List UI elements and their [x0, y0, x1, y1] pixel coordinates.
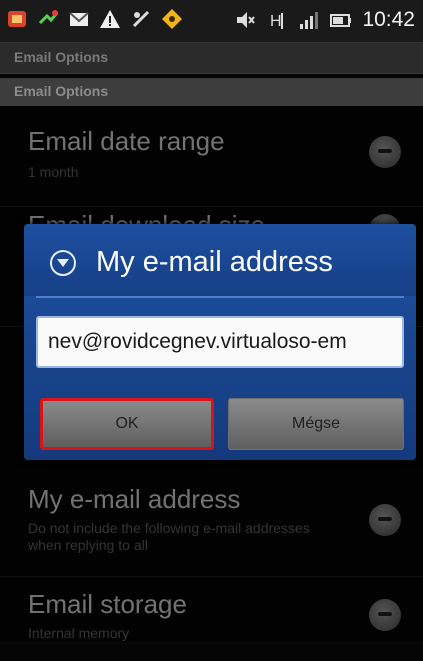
- battery-icon: [330, 9, 352, 31]
- dialog-divider: [36, 296, 404, 298]
- diamond-icon: [161, 8, 183, 30]
- missed-call-icon: [37, 8, 59, 30]
- app-titlebar: Email Options: [0, 43, 423, 74]
- dropdown-circle-icon: [50, 250, 76, 276]
- cancel-button[interactable]: Mégse: [228, 398, 404, 450]
- signal-icon: [298, 9, 320, 31]
- section-header: Email Options: [0, 78, 423, 106]
- clock: 10:42: [362, 8, 415, 31]
- email-address-dialog: My e-mail address nev@rovidcegnev.virtua…: [24, 224, 416, 460]
- dialog-title: My e-mail address: [96, 246, 333, 278]
- app-icon: [6, 8, 28, 30]
- warning-icon: [99, 8, 121, 30]
- section-title: Email Options: [14, 83, 109, 99]
- email-icon: [68, 8, 90, 30]
- dialog-header: My e-mail address: [24, 224, 416, 296]
- svg-text:H: H: [270, 13, 282, 30]
- data-icon: H: [266, 9, 288, 31]
- dialog-body: nev@rovidcegnev.virtualoso-em OK Mégse: [24, 296, 416, 460]
- mute-icon: [234, 9, 256, 31]
- app-title: Email Options: [14, 49, 109, 65]
- status-indicators: H 10:42: [234, 8, 415, 32]
- email-input[interactable]: nev@rovidcegnev.virtualoso-em: [36, 316, 404, 368]
- status-bar: H 10:42: [0, 0, 423, 43]
- notification-icons: [6, 8, 183, 30]
- ok-button[interactable]: OK: [40, 398, 214, 450]
- signal-off-icon: [130, 8, 152, 30]
